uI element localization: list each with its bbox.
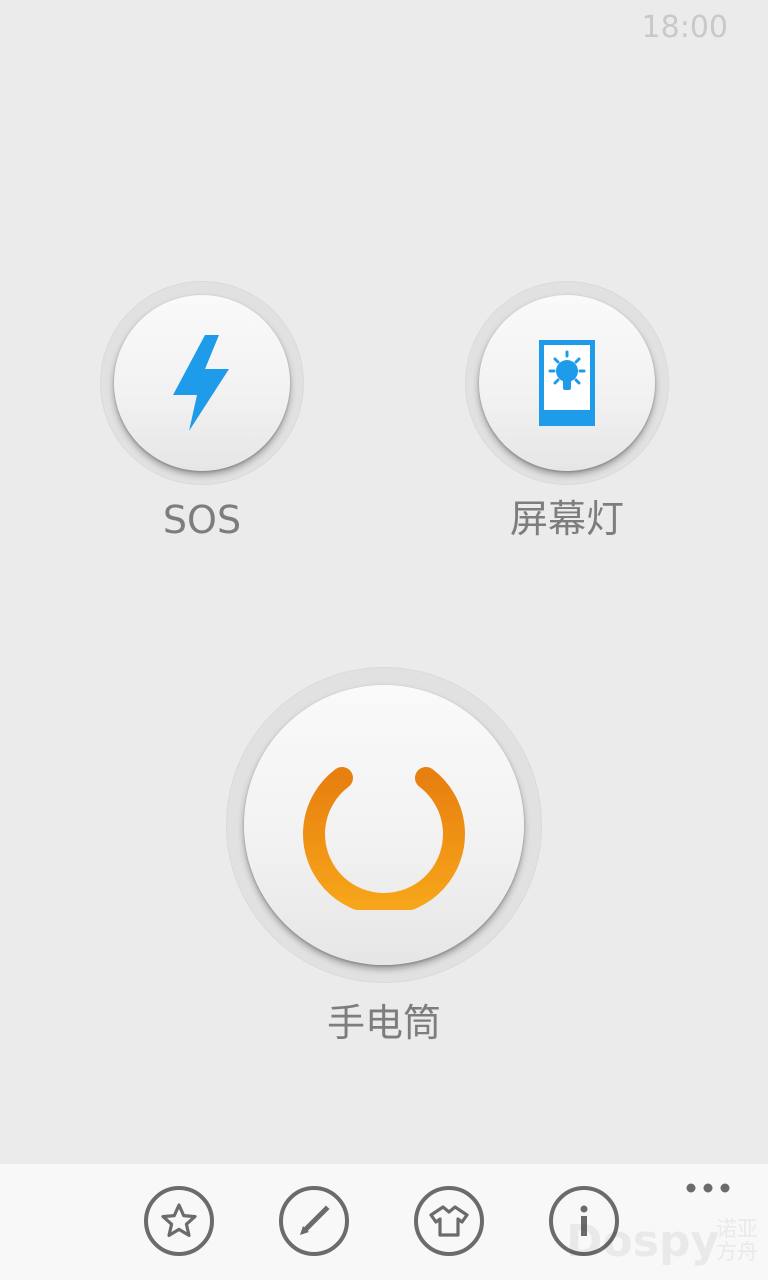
watermark-brand: Dospy [566, 1216, 720, 1267]
theme-button[interactable] [414, 1186, 484, 1256]
flashlight-label: 手电筒 [326, 1001, 441, 1045]
edit-button[interactable] [279, 1186, 349, 1256]
power-icon [303, 741, 465, 910]
shirt-icon [429, 1205, 469, 1237]
watermark: Dospy 诺亚 方舟 [566, 1214, 766, 1274]
watermark-chinese-line1: 诺亚 [716, 1217, 758, 1241]
status-time: 18:00 [641, 10, 728, 45]
pencil-icon [300, 1205, 330, 1235]
flashlight-button[interactable] [244, 685, 524, 965]
favorite-button[interactable] [144, 1186, 214, 1256]
sos-button[interactable] [114, 295, 290, 471]
watermark-chinese-line2: 方舟 [716, 1240, 758, 1264]
watermark-chinese: 诺亚 方舟 [716, 1218, 766, 1264]
screen-light-label: 屏幕灯 [509, 497, 624, 541]
screen-light-button[interactable] [479, 295, 655, 471]
sos-label: SOS [162, 498, 242, 542]
star-icon [161, 1203, 197, 1238]
screen-bulb-icon [539, 340, 595, 426]
more-dots-icon[interactable] [684, 1176, 732, 1200]
lightning-icon [173, 335, 229, 431]
